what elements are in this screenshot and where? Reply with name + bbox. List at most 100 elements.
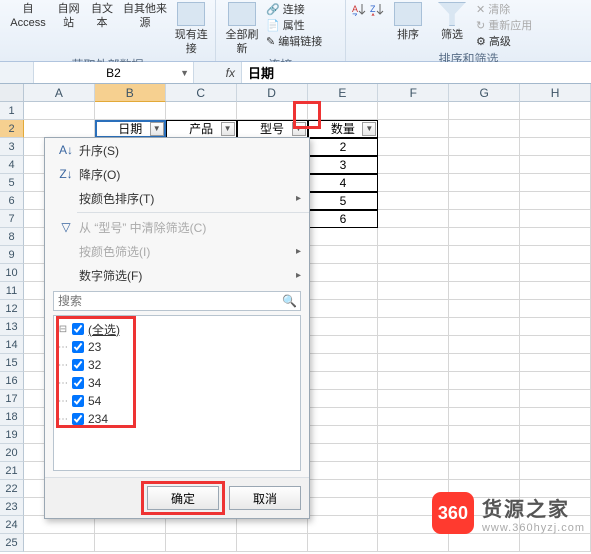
- btn-advanced[interactable]: ⚙ 高级: [476, 34, 532, 50]
- row-13[interactable]: 13: [0, 318, 24, 336]
- cell[interactable]: [308, 462, 379, 480]
- row-25[interactable]: 25: [0, 534, 24, 552]
- row-14[interactable]: 14: [0, 336, 24, 354]
- btn-sort[interactable]: 排序: [388, 2, 428, 42]
- cell[interactable]: [449, 210, 520, 228]
- cell[interactable]: [308, 336, 379, 354]
- table-header-1[interactable]: 产品▼: [166, 120, 237, 138]
- row-10[interactable]: 10: [0, 264, 24, 282]
- cell[interactable]: [378, 354, 449, 372]
- col-F[interactable]: F: [378, 84, 449, 102]
- cell[interactable]: [237, 534, 308, 552]
- cell[interactable]: [166, 102, 237, 120]
- cell[interactable]: [378, 138, 449, 156]
- btn-properties[interactable]: 📄 属性: [266, 18, 322, 34]
- cell[interactable]: [449, 264, 520, 282]
- cell[interactable]: [520, 264, 591, 282]
- cell[interactable]: [24, 120, 95, 138]
- btn-clear-filter[interactable]: ✕ 清除: [476, 2, 532, 18]
- btn-other-sources[interactable]: 自其他来源: [121, 2, 170, 30]
- col-G[interactable]: G: [449, 84, 520, 102]
- row-18[interactable]: 18: [0, 408, 24, 426]
- cell[interactable]: [378, 192, 449, 210]
- cell[interactable]: 2: [308, 138, 379, 156]
- row-21[interactable]: 21: [0, 462, 24, 480]
- cell[interactable]: [520, 102, 591, 120]
- row-5[interactable]: 5: [0, 174, 24, 192]
- row-8[interactable]: 8: [0, 228, 24, 246]
- cell[interactable]: [378, 462, 449, 480]
- cell[interactable]: [449, 138, 520, 156]
- row-15[interactable]: 15: [0, 354, 24, 372]
- cell[interactable]: [308, 426, 379, 444]
- table-header-0[interactable]: 日期▼: [95, 120, 166, 138]
- cell[interactable]: [520, 282, 591, 300]
- row-23[interactable]: 23: [0, 498, 24, 516]
- col-E[interactable]: E: [308, 84, 379, 102]
- cell[interactable]: [520, 120, 591, 138]
- row-1[interactable]: 1: [0, 102, 24, 120]
- cell[interactable]: [95, 102, 166, 120]
- cell[interactable]: [520, 372, 591, 390]
- cancel-button[interactable]: 取消: [229, 486, 301, 510]
- cell[interactable]: [378, 372, 449, 390]
- cell[interactable]: [308, 354, 379, 372]
- cell[interactable]: [378, 300, 449, 318]
- cell[interactable]: 4: [308, 174, 379, 192]
- search-icon[interactable]: 🔍: [282, 294, 297, 308]
- btn-sort-za[interactable]: ZA: [370, 2, 384, 20]
- cell[interactable]: [308, 480, 379, 498]
- filter-dropdown-button[interactable]: ▼: [150, 122, 164, 136]
- cell[interactable]: [308, 516, 379, 534]
- cell[interactable]: 3: [308, 156, 379, 174]
- row-3[interactable]: 3: [0, 138, 24, 156]
- row-7[interactable]: 7: [0, 210, 24, 228]
- cell[interactable]: [378, 120, 449, 138]
- cell[interactable]: [378, 228, 449, 246]
- cell[interactable]: [308, 228, 379, 246]
- cell[interactable]: [308, 318, 379, 336]
- cell[interactable]: [520, 246, 591, 264]
- cell[interactable]: [308, 444, 379, 462]
- row-24[interactable]: 24: [0, 516, 24, 534]
- cell[interactable]: [449, 246, 520, 264]
- cell[interactable]: [449, 192, 520, 210]
- filter-search-input[interactable]: [53, 291, 301, 311]
- btn-refresh-all[interactable]: 全部刷新: [222, 2, 262, 56]
- cell[interactable]: [378, 156, 449, 174]
- filter-items-list[interactable]: ⊟(全选)⋯23⋯32⋯34⋯54⋯234: [53, 315, 301, 471]
- cell[interactable]: [520, 336, 591, 354]
- cell[interactable]: [449, 336, 520, 354]
- cell[interactable]: [378, 390, 449, 408]
- btn-connections[interactable]: 🔗 连接: [266, 2, 322, 18]
- cell[interactable]: [520, 210, 591, 228]
- row-4[interactable]: 4: [0, 156, 24, 174]
- row-12[interactable]: 12: [0, 300, 24, 318]
- col-A[interactable]: A: [24, 84, 95, 102]
- cell[interactable]: [378, 102, 449, 120]
- btn-sort-az[interactable]: AZ: [352, 2, 366, 20]
- cell[interactable]: [520, 192, 591, 210]
- select-all-corner[interactable]: [0, 84, 24, 102]
- cell[interactable]: [378, 282, 449, 300]
- cell[interactable]: [24, 534, 95, 552]
- cell[interactable]: [308, 498, 379, 516]
- formula-bar[interactable]: 日期: [242, 62, 591, 83]
- cell[interactable]: [378, 318, 449, 336]
- cell[interactable]: [378, 174, 449, 192]
- cell[interactable]: [378, 336, 449, 354]
- cell[interactable]: [520, 300, 591, 318]
- row-2[interactable]: 2: [0, 120, 24, 138]
- cell[interactable]: [520, 156, 591, 174]
- cell[interactable]: [449, 174, 520, 192]
- cell[interactable]: [520, 408, 591, 426]
- row-16[interactable]: 16: [0, 372, 24, 390]
- cell[interactable]: [520, 462, 591, 480]
- cell[interactable]: [449, 120, 520, 138]
- menu-sort-by-color[interactable]: 按颜色排序(T) ▸: [45, 186, 309, 210]
- cell[interactable]: [520, 444, 591, 462]
- row-22[interactable]: 22: [0, 480, 24, 498]
- row-6[interactable]: 6: [0, 192, 24, 210]
- menu-sort-desc[interactable]: Z↓ 降序(O): [45, 162, 309, 186]
- cell[interactable]: [308, 534, 379, 552]
